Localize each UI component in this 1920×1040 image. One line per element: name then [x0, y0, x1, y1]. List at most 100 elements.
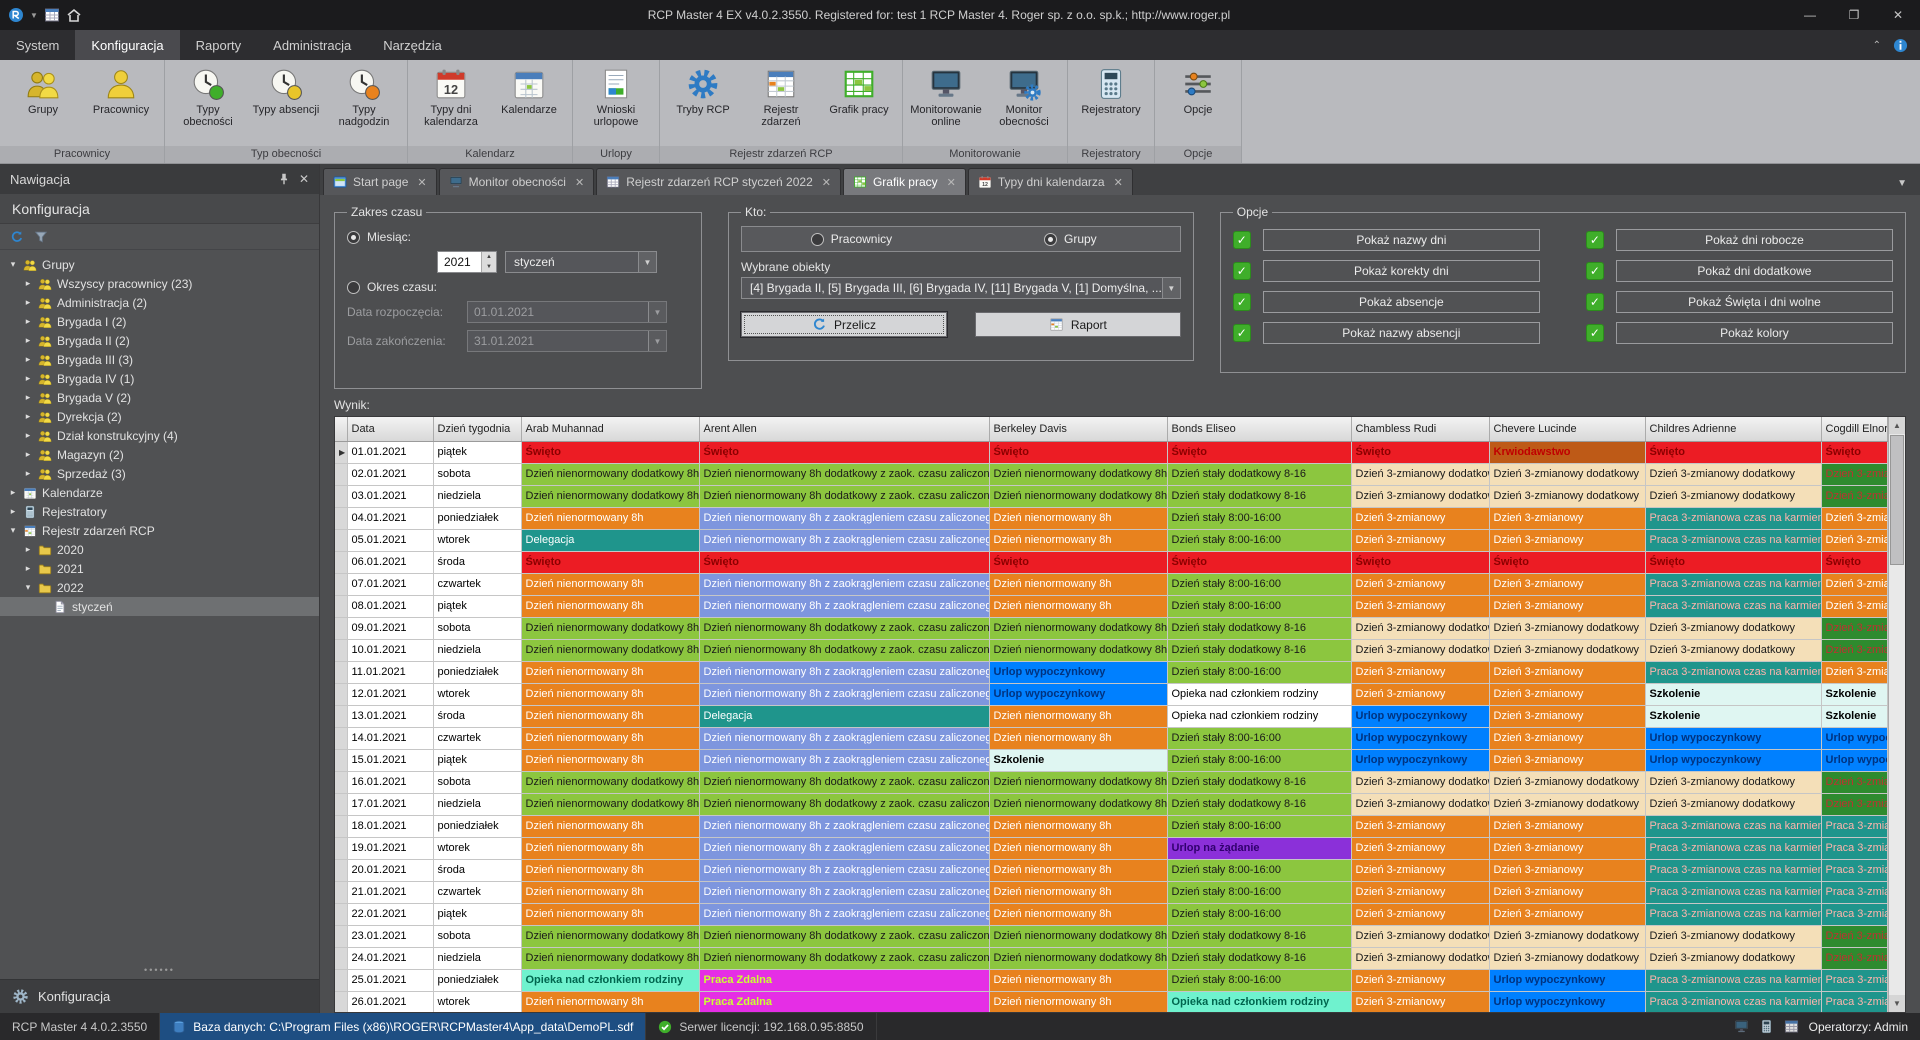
column-header-berkeley-davis[interactable]: Berkeley Davis — [989, 417, 1167, 441]
schedule-cell[interactable]: Dzień nienormowany dodatkowy 8h — [521, 793, 699, 815]
schedule-cell[interactable]: Dzień 3-zmianowy dodatkowy — [1821, 617, 1888, 639]
tab-overflow-icon[interactable]: ▼ — [1887, 178, 1917, 195]
schedule-cell[interactable]: Dzień 3-zmianowy — [1489, 683, 1645, 705]
schedule-cell[interactable]: Dzień 3-zmianowy dodatkowy — [1821, 793, 1888, 815]
tree-item-brygada-i-2[interactable]: ▸Brygada I (2) — [0, 312, 319, 331]
schedule-cell[interactable]: Opieka nad członkiem rodziny — [1167, 705, 1351, 727]
schedule-cell[interactable]: Krwiodawstwo — [1489, 441, 1645, 463]
schedule-cell[interactable]: Dzień 3-zmianowy — [1489, 573, 1645, 595]
schedule-cell[interactable]: Dzień nienormowany 8h — [989, 573, 1167, 595]
schedule-cell[interactable]: Dzień 3-zmianowy dodatkowy — [1821, 485, 1888, 507]
schedule-cell[interactable]: Dzień 3-zmianowy — [1821, 661, 1888, 683]
schedule-cell[interactable]: Praca 3-zmianowa czas na karmienie — [1645, 903, 1821, 925]
schedule-cell[interactable]: Dzień nienormowany 8h — [989, 881, 1167, 903]
schedule-cell[interactable]: Dzień 3-zmianowy dodatkowy — [1821, 639, 1888, 661]
tree-expand-icon[interactable]: ▸ — [23, 544, 33, 555]
schedule-cell[interactable]: Dzień 3-zmianowy dodatkowy — [1351, 925, 1489, 947]
schedule-cell[interactable]: Praca 3-zmianowa czas na karmienie — [1645, 969, 1821, 991]
close-tab-icon[interactable]: ✕ — [822, 176, 831, 189]
menu-item-narzędzia[interactable]: Narzędzia — [367, 30, 458, 60]
weekday-cell[interactable]: niedziela — [433, 485, 521, 507]
schedule-cell[interactable]: Dzień 3-zmianowy — [1489, 507, 1645, 529]
schedule-cell[interactable]: Praca 3-zmianowa czas na karmienie — [1645, 529, 1821, 551]
schedule-cell[interactable]: Praca Zdalna — [699, 991, 989, 1012]
schedule-cell[interactable]: Dzień 3-zmianowy — [1351, 881, 1489, 903]
schedule-cell[interactable]: Dzień stały dodatkowy 8-16 — [1167, 639, 1351, 661]
schedule-cell[interactable]: Praca 3-zmianowa czas na karmienie — [1821, 859, 1888, 881]
option-pokaż-dni-robocze[interactable]: Pokaż dni robocze — [1616, 229, 1893, 251]
minimize-button[interactable]: — — [1788, 0, 1832, 30]
ribbon-button-pracownicy[interactable]: Pracownicy — [83, 65, 159, 118]
date-cell[interactable]: 12.01.2021 — [347, 683, 433, 705]
weekday-cell[interactable]: czwartek — [433, 573, 521, 595]
schedule-cell[interactable]: Dzień nienormowany 8h — [989, 859, 1167, 881]
schedule-cell[interactable]: Praca 3-zmianowa czas na karmienie — [1645, 991, 1821, 1012]
weekday-cell[interactable]: poniedziałek — [433, 815, 521, 837]
schedule-cell[interactable]: Dzień stały 8:00-16:00 — [1167, 661, 1351, 683]
przelicz-button[interactable]: Przelicz — [741, 312, 947, 337]
schedule-cell[interactable]: Święto — [521, 551, 699, 573]
menu-item-raporty[interactable]: Raporty — [180, 30, 258, 60]
schedule-cell[interactable]: Szkolenie — [989, 749, 1167, 771]
menu-item-konfiguracja[interactable]: Konfiguracja — [75, 30, 179, 60]
schedule-cell[interactable]: Dzień 3-zmianowy — [1489, 529, 1645, 551]
checkbox-checked-icon[interactable]: ✓ — [1233, 231, 1251, 249]
ribbon-button-rejestr-zdarzeń[interactable]: Rejestr zdarzeń — [743, 65, 819, 131]
schedule-cell[interactable]: Urlop wypoczynkowy — [1645, 727, 1821, 749]
schedule-cell[interactable]: Dzień 3-zmianowy — [1489, 705, 1645, 727]
schedule-cell[interactable]: Dzień nienormowany 8h z zaokrągleniem cz… — [699, 749, 989, 771]
schedule-cell[interactable]: Dzień nienormowany 8h z zaokrągleniem cz… — [699, 573, 989, 595]
schedule-cell[interactable]: Dzień 3-zmianowy dodatkowy — [1645, 925, 1821, 947]
weekday-cell[interactable]: środa — [433, 859, 521, 881]
schedule-cell[interactable]: Praca 3-zmianowa czas na karmienie — [1645, 573, 1821, 595]
schedule-cell[interactable]: Dzień nienormowany 8h — [521, 859, 699, 881]
home-icon[interactable] — [66, 7, 82, 23]
schedule-cell[interactable]: Dzień 3-zmianowy — [1351, 903, 1489, 925]
weekday-cell[interactable]: środa — [433, 705, 521, 727]
month-combo[interactable]: styczeń ▼ — [505, 251, 657, 273]
schedule-cell[interactable]: Dzień stały 8:00-16:00 — [1167, 815, 1351, 837]
schedule-cell[interactable]: Dzień nienormowany dodatkowy 8h — [989, 463, 1167, 485]
weekday-cell[interactable]: czwartek — [433, 881, 521, 903]
weekday-cell[interactable]: poniedziałek — [433, 661, 521, 683]
tree-expand-icon[interactable]: ▸ — [23, 411, 33, 422]
schedule-cell[interactable]: Praca 3-zmianowa czas na karmienie — [1821, 837, 1888, 859]
schedule-cell[interactable]: Dzień 3-zmianowy dodatkowy — [1645, 947, 1821, 969]
date-cell[interactable]: 03.01.2021 — [347, 485, 433, 507]
status-device-icon[interactable] — [1759, 1019, 1774, 1034]
date-cell[interactable]: 06.01.2021 — [347, 551, 433, 573]
schedule-cell[interactable]: Dzień 3-zmianowy — [1821, 507, 1888, 529]
schedule-cell[interactable]: Opieka nad członkiem rodziny — [1167, 991, 1351, 1012]
column-header-bonds-eliseo[interactable]: Bonds Eliseo — [1167, 417, 1351, 441]
schedule-cell[interactable]: Dzień 3-zmianowy — [1351, 991, 1489, 1012]
schedule-cell[interactable]: Dzień 3-zmianowy dodatkowy — [1489, 925, 1645, 947]
schedule-cell[interactable]: Święto — [1351, 551, 1489, 573]
schedule-cell[interactable]: Dzień nienormowany 8h dodatkowy z zaok. … — [699, 617, 989, 639]
schedule-cell[interactable]: Dzień nienormowany 8h dodatkowy z zaok. … — [699, 925, 989, 947]
schedule-cell[interactable]: Święto — [1489, 551, 1645, 573]
menu-item-system[interactable]: System — [0, 30, 75, 60]
date-cell[interactable]: 23.01.2021 — [347, 925, 433, 947]
date-cell[interactable]: 22.01.2021 — [347, 903, 433, 925]
schedule-cell[interactable]: Praca 3-zmianowa czas na karmienie — [1645, 595, 1821, 617]
column-header-arent-allen[interactable]: Arent Allen — [699, 417, 989, 441]
option-pokaż-korekty-dni[interactable]: Pokaż korekty dni — [1263, 260, 1540, 282]
schedule-cell[interactable]: Dzień nienormowany dodatkowy 8h — [521, 947, 699, 969]
weekday-cell[interactable]: wtorek — [433, 529, 521, 551]
schedule-cell[interactable]: Dzień nienormowany 8h z zaokrągleniem cz… — [699, 507, 989, 529]
schedule-cell[interactable]: Dzień nienormowany 8h dodatkowy z zaok. … — [699, 485, 989, 507]
weekday-cell[interactable]: piątek — [433, 595, 521, 617]
schedule-cell[interactable]: Dzień nienormowany dodatkowy 8h — [521, 485, 699, 507]
schedule-cell[interactable]: Dzień 3-zmianowy — [1821, 529, 1888, 551]
tree-item-brygada-iii-3[interactable]: ▸Brygada III (3) — [0, 350, 319, 369]
schedule-cell[interactable]: Dzień nienormowany 8h z zaokrągleniem cz… — [699, 661, 989, 683]
schedule-cell[interactable]: Dzień 3-zmianowy dodatkowy — [1351, 947, 1489, 969]
schedule-cell[interactable]: Praca 3-zmianowa czas na karmienie — [1821, 881, 1888, 903]
schedule-cell[interactable]: Dzień nienormowany 8h — [521, 815, 699, 837]
schedule-cell[interactable]: Święto — [1821, 441, 1888, 463]
checkbox-checked-icon[interactable]: ✓ — [1233, 262, 1251, 280]
schedule-cell[interactable]: Szkolenie — [1645, 683, 1821, 705]
schedule-cell[interactable]: Dzień stały dodatkowy 8-16 — [1167, 771, 1351, 793]
date-cell[interactable]: 18.01.2021 — [347, 815, 433, 837]
schedule-cell[interactable]: Dzień nienormowany 8h — [521, 683, 699, 705]
